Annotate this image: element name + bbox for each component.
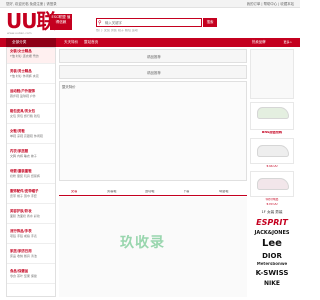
- tab-bottoms[interactable]: 下装: [183, 190, 189, 194]
- more-link[interactable]: 更多>: [283, 38, 292, 47]
- hot-words[interactable]: 热门: 女装 男装 鞋子 箱包 运动: [96, 29, 138, 33]
- main-content: 精品推荐 精品推荐 整天特价 女装 男装鞋 运动鞋 下装 母婴鞋: [59, 47, 247, 297]
- sidebar-item-sub: T恤 衬衫 休闲裤 夹克: [10, 73, 39, 78]
- brand-logo[interactable]: ESPRIT: [250, 218, 294, 228]
- sidebar-item-sub: 零食 茶叶 坚果 保健: [10, 273, 37, 278]
- sidebar-item-sub: 跑步鞋 篮球鞋 户外: [10, 93, 36, 98]
- sidebar-item-sub: 面膜 洗面奶 香水 彩妆: [10, 213, 40, 218]
- sidebar-item[interactable]: 男装/男士精品 T恤 衬衫 休闲裤 夹克: [7, 68, 55, 84]
- top-right-links[interactable]: 我的订单 | 帮助中心 | 收藏本站: [247, 2, 294, 6]
- sidebar-item[interactable]: 母婴/童装童鞋 奶粉 童装 玩具 纸尿裤: [7, 168, 55, 184]
- right-header: 热卖品牌 更多>: [250, 38, 294, 47]
- tab-mens-shoes[interactable]: 男装鞋: [107, 190, 117, 194]
- featured-band-2: 精品推荐: [59, 65, 247, 79]
- product-tabs: 女装 男装鞋 运动鞋 下装 母婴鞋: [59, 189, 247, 196]
- sidebar-item[interactable]: 家居/家纺日用 床品 收纳 餐具 清洁: [7, 248, 55, 264]
- promo-price: ¥38.00: [266, 165, 278, 168]
- sidebar-item[interactable]: 运动鞋/户外服饰 跑步鞋 篮球鞋 户外: [7, 88, 55, 104]
- band-title: 精品推荐: [147, 55, 161, 59]
- right-banner-1[interactable]: [250, 49, 294, 99]
- sidebar-item[interactable]: 美容护肤/彩妆 面膜 洗面奶 香水 彩妆: [7, 208, 55, 224]
- sidebar-item[interactable]: 女鞋/男鞋 单鞋 凉鞋 高跟鞋 休闲鞋: [7, 128, 55, 144]
- sidebar-item-sub: T恤 衬衫 连衣裙 雪纺: [10, 53, 39, 58]
- sidebar-item[interactable]: 食品/保健品 零食 茶叶 坚果 保健: [7, 268, 55, 284]
- sidebar-item[interactable]: 箱包皮具/男女包 女包 男包 旅行箱 钱包: [7, 108, 55, 124]
- band-title: 精品推荐: [147, 71, 161, 75]
- top-bar: 您好, 欢迎光临 免费注册 | 请登录 我的订单 | 帮助中心 | 收藏本站: [0, 0, 300, 8]
- welcome-login-links[interactable]: 您好, 欢迎光临 免费注册 | 请登录: [6, 2, 57, 6]
- sidebar-item-sub: 皮带 帽子 围巾 手套: [10, 193, 37, 198]
- tab-sport-shoes[interactable]: 运动鞋: [145, 190, 155, 194]
- search-box: ⚲: [96, 18, 202, 27]
- brand-logo[interactable]: JACK&JONES: [250, 230, 294, 236]
- deals-label: 整天特价: [62, 85, 76, 89]
- sidebar-item[interactable]: 服饰配件/皮带帽子 皮带 帽子 围巾 手套: [7, 188, 55, 204]
- promo-price: ¥39.00: [266, 203, 278, 206]
- search-button[interactable]: 搜索: [203, 18, 217, 27]
- promo-card-2[interactable]: [250, 138, 294, 164]
- nav-item-daily-deals[interactable]: 天天特价: [64, 38, 78, 47]
- sidebar-item-sub: 单鞋 凉鞋 高跟鞋 休闲鞋: [10, 133, 43, 138]
- right-column: 热卖品牌 更多> BNS超值抢购 ¥38.00 特价商品 ¥39.00 1F 女…: [250, 38, 294, 297]
- product-image: [257, 178, 289, 190]
- featured-band-1: 精品推荐: [59, 49, 247, 63]
- sidebar-item[interactable]: 流行饰品/手表 项链 手链 戒指 手表: [7, 228, 55, 244]
- nav-item-home[interactable]: 整站首页: [84, 38, 98, 47]
- deals-panel: 整天特价: [59, 81, 247, 181]
- promo-title[interactable]: 特价商品: [250, 198, 294, 202]
- sidebar-item[interactable]: 女装/女士精品 T恤 衬衫 连衣裙 雪纺: [7, 48, 55, 64]
- product-image: [257, 107, 289, 119]
- brand-logo[interactable]: Lee: [250, 238, 294, 250]
- brand-logo[interactable]: DIOR: [250, 252, 294, 260]
- all-categories-button[interactable]: 全部分类: [6, 38, 56, 47]
- brand-logo[interactable]: K-SWISS: [250, 269, 294, 277]
- promo-card-3[interactable]: [250, 171, 294, 197]
- tab-baby-shoes[interactable]: 母婴鞋: [219, 190, 229, 194]
- product-image: [257, 145, 289, 157]
- floor-label: 1F 女装 男装: [261, 210, 283, 214]
- search-icon: ⚲: [98, 20, 102, 26]
- sidebar-item-sub: 奶粉 童装 玩具 纸尿裤: [10, 173, 40, 178]
- tab-womens[interactable]: 女装: [71, 190, 77, 194]
- watermark-logo: 玖收录: [120, 235, 165, 251]
- logo-badge: ESC联盟 值得信赖: [50, 14, 72, 30]
- site-logo[interactable]: UU联 ESC联盟 值得信赖 www.uulian.com: [6, 10, 72, 36]
- sidebar-item-sub: 文胸 内裤 睡衣 袜子: [10, 153, 37, 158]
- promo-title[interactable]: BNS超值抢购: [250, 131, 294, 135]
- sidebar-item-sub: 床品 收纳 餐具 清洁: [10, 253, 37, 258]
- search-input[interactable]: [105, 20, 175, 26]
- sidebar-item-sub: 女包 男包 旅行箱 钱包: [10, 113, 40, 118]
- category-sidebar: 女装/女士精品 T恤 衬衫 连衣裙 雪纺 男装/男士精品 T恤 衬衫 休闲裤 夹…: [6, 47, 56, 297]
- sidebar-item[interactable]: 内衣/家居服 文胸 内裤 睡衣 袜子: [7, 148, 55, 164]
- brand-logo[interactable]: Metersbonwe: [250, 262, 294, 267]
- sidebar-item-sub: 项链 手链 戒指 手表: [10, 233, 37, 238]
- brand-logo[interactable]: NIKE: [250, 280, 294, 287]
- logo-tagline: www.uulian.com: [7, 32, 32, 35]
- logo-text: UU联: [6, 9, 56, 33]
- right-header-title: 热卖品牌: [252, 40, 266, 44]
- promo-card-1[interactable]: [250, 102, 294, 130]
